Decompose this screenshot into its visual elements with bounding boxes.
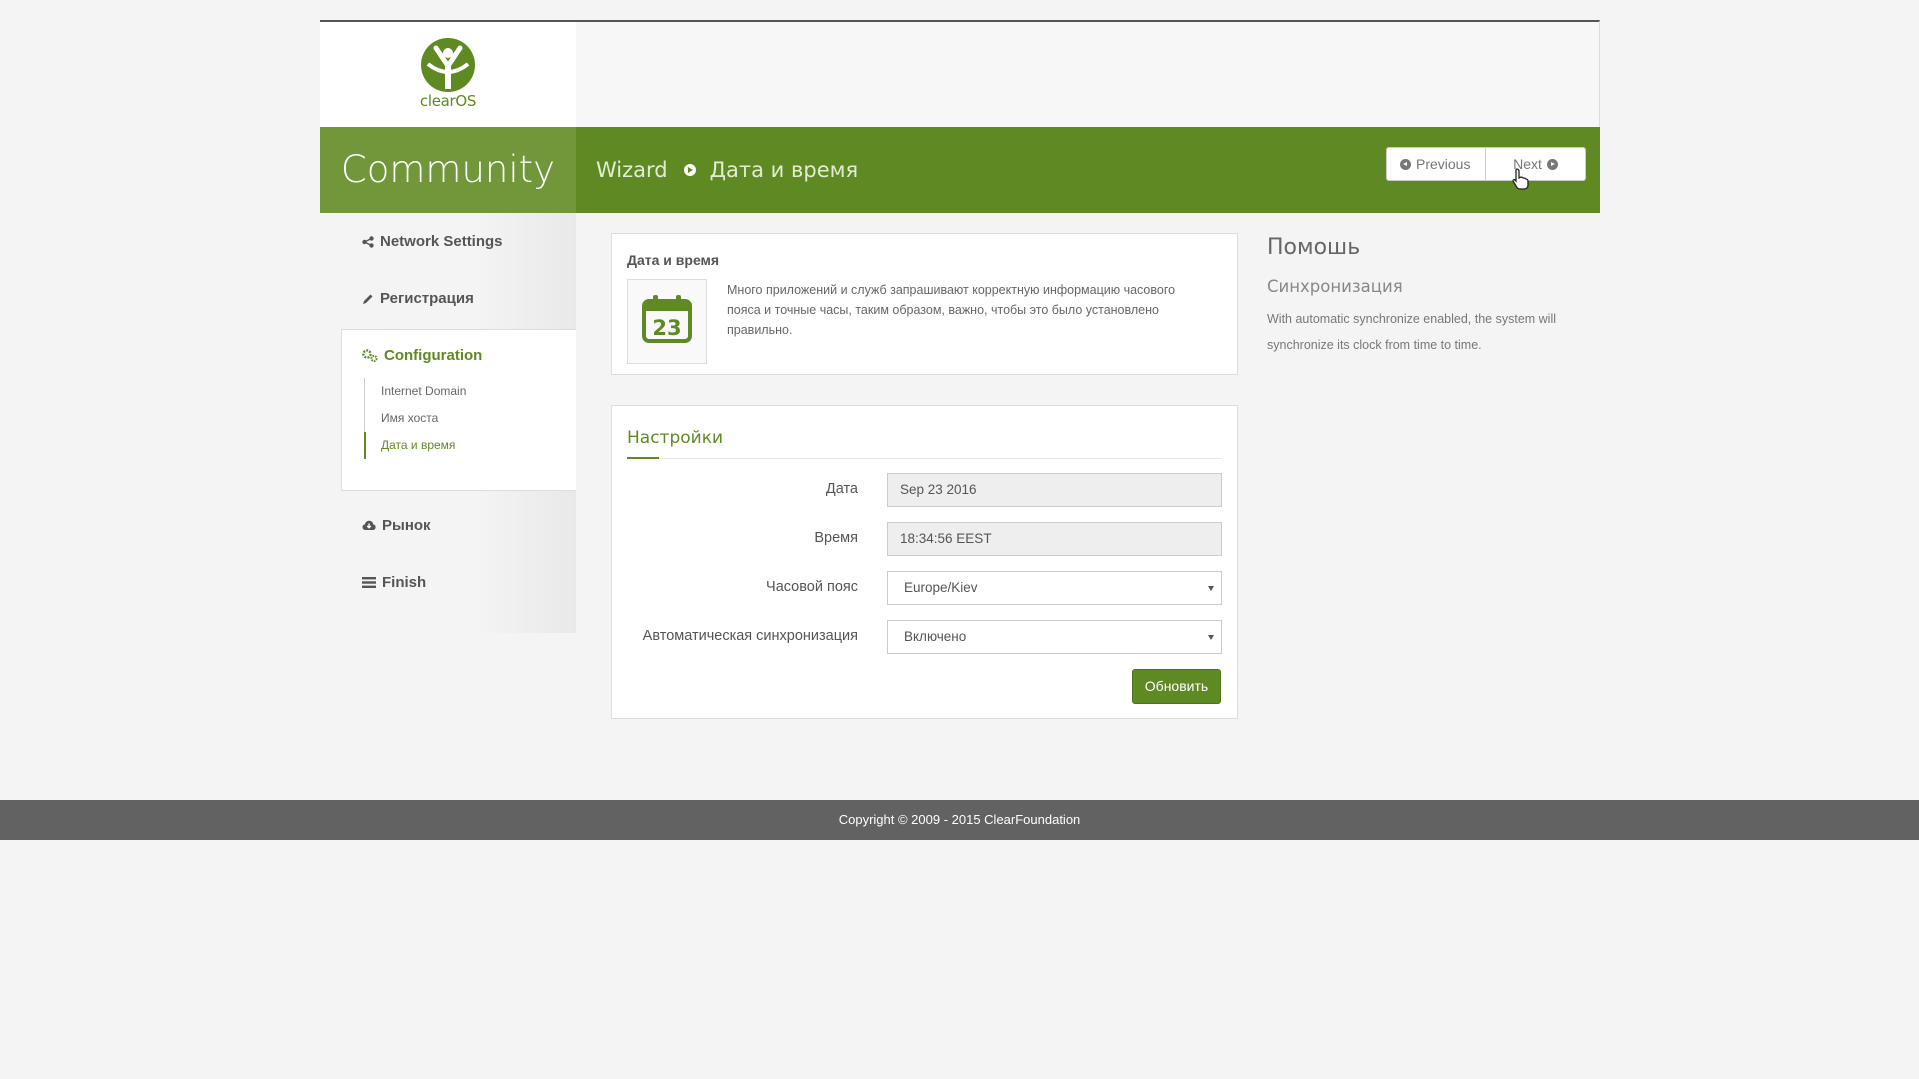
autosync-label: Автоматическая синхронизация — [642, 628, 858, 644]
settings-panel: Настройки Дата Sep 23 2016 Время 18:34:5… — [611, 405, 1238, 719]
timezone-select[interactable]: Europe/Kiev — [887, 571, 1222, 605]
next-button[interactable]: Next — [1486, 147, 1586, 181]
logo-box: clearOS — [320, 20, 576, 127]
sidebar: Network Settings Регистрация Configurati… — [320, 213, 576, 633]
gears-icon — [362, 349, 378, 362]
clearos-logo-icon — [421, 38, 475, 92]
header-area — [576, 20, 1600, 127]
breadcrumb-root[interactable]: Wizard — [596, 158, 668, 182]
calendar-icon: 23 — [642, 295, 692, 343]
configuration-section: Configuration Internet Domain Имя хоста … — [341, 329, 576, 491]
calendar-day: 23 — [652, 316, 681, 340]
info-description: Много приложений и служб запрашивают кор… — [727, 283, 1176, 337]
date-label: Дата — [825, 481, 858, 497]
sidebar-item-finish[interactable]: Finish — [362, 574, 426, 591]
arrow-circle-left-icon — [1400, 158, 1411, 170]
section-underline — [627, 457, 659, 459]
settings-title: Настройки — [627, 428, 724, 448]
sidebar-item-label: Регистрация — [380, 290, 474, 307]
cloud-download-icon — [362, 520, 376, 530]
date-field: Sep 23 2016 — [887, 473, 1222, 507]
edition-label: Community — [320, 127, 576, 213]
timezone-label: Часовой пояс — [766, 579, 858, 595]
time-label: Время — [814, 530, 858, 546]
share-icon — [362, 235, 374, 248]
breadcrumb-current: Дата и время — [709, 158, 859, 182]
configuration-subnav: Internet Domain Имя хоста Дата и время — [364, 378, 466, 459]
help-title: Помошь — [1267, 235, 1361, 260]
arrow-circle-right-icon — [1546, 158, 1558, 170]
calendar-icon-box: 23 — [627, 279, 707, 364]
help-subtitle: Синхронизация — [1267, 277, 1403, 296]
time-field: 18:34:56 EEST — [887, 522, 1222, 556]
sidebar-item-network-settings[interactable]: Network Settings — [362, 233, 503, 250]
section-divider — [627, 458, 1221, 459]
logo-text: clearOS — [419, 92, 477, 110]
subnav-item-internet-domain[interactable]: Internet Domain — [365, 378, 466, 405]
sidebar-item-label: Finish — [382, 574, 427, 591]
wizard-nav: Previous Next — [1386, 147, 1586, 181]
footer: Copyright © 2009 - 2015 ClearFoundation — [0, 800, 1919, 840]
sidebar-item-label: Рынок — [382, 517, 431, 534]
info-panel-title: Дата и время — [627, 252, 720, 268]
sidebar-item-marketplace[interactable]: Рынок — [362, 517, 431, 534]
breadcrumb: Wizard Дата и время — [596, 127, 858, 213]
mouse-pointer-icon — [1512, 168, 1529, 190]
title-banner: Wizard Дата и время Previous Next — [576, 127, 1600, 213]
previous-label: Previous — [1416, 156, 1471, 172]
info-panel: Дата и время 23 Много приложений и служб… — [611, 233, 1238, 375]
autosync-select[interactable]: Включено — [887, 620, 1222, 654]
sidebar-item-label: Configuration — [384, 347, 483, 364]
arrow-circle-right-icon — [683, 164, 696, 176]
subnav-item-hostname[interactable]: Имя хоста — [365, 405, 466, 432]
sidebar-item-registration[interactable]: Регистрация — [362, 290, 474, 307]
subnav-item-date-time[interactable]: Дата и время — [364, 432, 466, 459]
sidebar-item-label: Network Settings — [380, 233, 503, 250]
copyright-text: Copyright © 2009 - 2015 ClearFoundation — [838, 812, 1081, 827]
help-section: Помошь Синхронизация With automatic sync… — [1267, 235, 1567, 358]
update-button[interactable]: Обновить — [1132, 669, 1221, 704]
previous-button[interactable]: Previous — [1386, 147, 1486, 181]
sidebar-item-configuration[interactable]: Configuration — [362, 347, 482, 364]
list-icon — [362, 577, 376, 588]
help-text: With automatic synchronize enabled, the … — [1267, 312, 1557, 352]
pencil-icon — [363, 294, 373, 304]
